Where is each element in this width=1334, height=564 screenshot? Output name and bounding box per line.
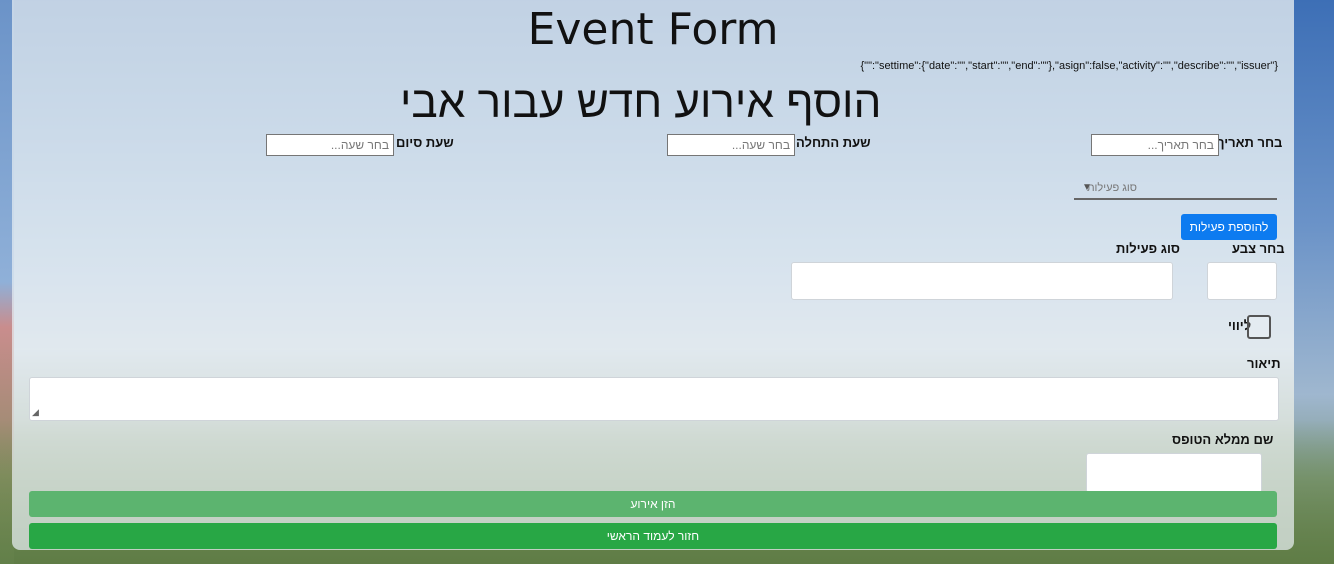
page-subtitle: הוסף אירוע חדש עבור אבי — [400, 78, 882, 127]
submit-event-button[interactable]: הזן אירוע — [29, 491, 1277, 517]
date-label: בחר תאריך — [1217, 135, 1283, 150]
chevron-down-icon: ▼ — [1082, 182, 1092, 193]
back-to-home-button[interactable]: חזור לעמוד הראשי — [29, 523, 1277, 549]
end-time-input[interactable] — [266, 134, 394, 156]
start-time-input[interactable] — [667, 134, 795, 156]
description-textarea[interactable]: ◢ — [29, 377, 1279, 421]
activity-select-placeholder: סוג פעילות — [1086, 182, 1137, 194]
activity-type-label: סוג פעילות — [1116, 241, 1180, 256]
description-label: תיאור — [1247, 356, 1281, 371]
issuer-label: שם ממלא הטופס — [1172, 432, 1274, 447]
escort-checkbox[interactable] — [1247, 315, 1271, 339]
activity-type-field[interactable] — [791, 262, 1173, 300]
start-time-label: שעת התחלה — [796, 135, 871, 150]
color-label: בחר צבע — [1232, 241, 1285, 256]
issuer-input[interactable] — [1086, 453, 1262, 493]
add-activities-button[interactable]: להוספת פעילות — [1181, 214, 1277, 240]
activity-select[interactable]: סוג פעילות ▼ — [1074, 182, 1277, 200]
form-panel: Event Form {"":"settime":{"date":"","sta… — [12, 0, 1294, 550]
page-title: Event Form — [527, 4, 779, 55]
debug-json-text: {"":"settime":{"date":"","start":"","end… — [860, 60, 1279, 72]
end-time-label: שעת סיום — [396, 135, 454, 150]
date-input[interactable] — [1091, 134, 1219, 156]
resize-handle-icon[interactable]: ◢ — [32, 408, 39, 418]
color-picker[interactable] — [1207, 262, 1277, 300]
